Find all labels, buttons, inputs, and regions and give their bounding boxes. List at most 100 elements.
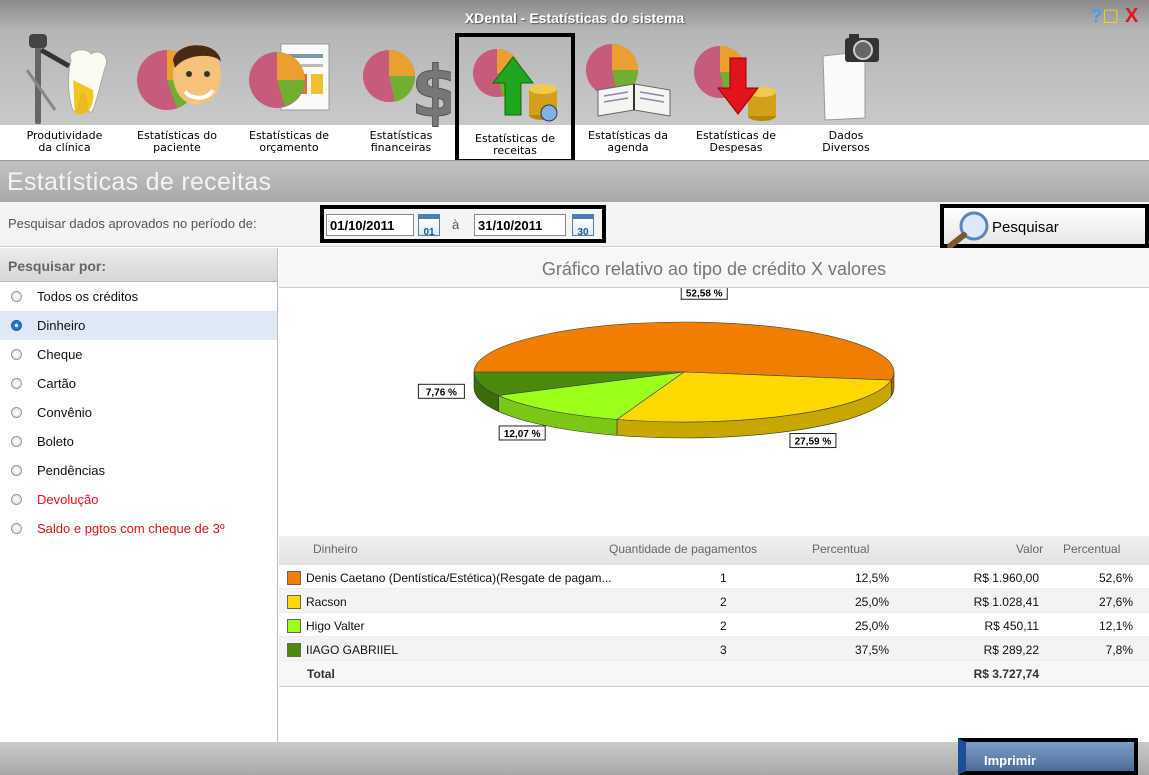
maximize-icon[interactable]: □ (1104, 5, 1117, 27)
page-title: Estatísticas de receitas (7, 168, 272, 196)
radio-icon (11, 494, 22, 505)
color-swatch (287, 643, 301, 657)
pie-label-text: 27,59 % (795, 437, 832, 448)
tooth-tools-icon (25, 34, 107, 124)
pie-label: 12,07 % (498, 425, 546, 441)
total-label: Total (307, 667, 335, 681)
search-button-label: Pesquisar (992, 219, 1059, 236)
pie-dollar-icon: $ (363, 50, 451, 128)
table-total-row: Total R$ 3.727,74 (279, 661, 1149, 687)
cell-value: R$ 1.960,00 (973, 571, 1039, 585)
toolbar-despesas[interactable]: Estatísticas de Despesas (682, 24, 790, 160)
cell-name: IIAGO GABRIIEL (306, 643, 399, 657)
radio-icon (11, 291, 22, 302)
results-table: Dinheiro Quantidade de pagamentos Percen… (279, 536, 1149, 687)
pie-label-text: 7,76 % (426, 387, 457, 398)
option-label: Boleto (37, 434, 74, 449)
svg-text:$: $ (411, 51, 451, 128)
pie-arrow-up-coins-icon (473, 49, 558, 122)
option-todos-creditos[interactable]: Todos os créditos (0, 282, 277, 311)
radio-icon (11, 465, 22, 476)
cell-pct2: 7,8% (1105, 643, 1133, 657)
calendar-from-icon[interactable]: 01 (418, 214, 440, 238)
col-pct1: Percentual (812, 542, 870, 556)
date-from-input[interactable]: 01/10/2011 (326, 214, 414, 236)
col-pct2: Percentual (1063, 542, 1121, 556)
option-dinheiro[interactable]: Dinheiro (0, 311, 277, 340)
cell-qty: 2 (720, 619, 727, 633)
cell-pct2: 12,1% (1098, 619, 1133, 633)
cell-value: R$ 1.028,41 (973, 595, 1039, 609)
toolbar-agenda[interactable]: Estatísticas da agenda (576, 24, 680, 160)
pie-label: 52,58 % (680, 284, 728, 300)
pie-book-icon (586, 44, 671, 117)
pie-chart: 52,58 % 27,59 % 12,07 % 7,76 % (417, 284, 895, 449)
cell-qty: 3 (720, 643, 727, 657)
radio-icon (11, 349, 22, 360)
table-row[interactable]: IIAGO GABRIIEL 3 37,5% R$ 289,22 7,8% (279, 637, 1149, 661)
search-button[interactable]: Pesquisar (940, 204, 1149, 248)
cell-value: R$ 450,11 (984, 619, 1040, 633)
option-label: Pendências (37, 463, 105, 478)
toolbar-receitas[interactable]: Estatísticas de receitas (455, 33, 575, 163)
cell-pct1: 25,0% (854, 595, 889, 609)
option-label: Devolução (37, 492, 99, 507)
option-cartao[interactable]: Cartão (0, 369, 277, 398)
color-swatch (287, 619, 301, 633)
toolbar-sublabel: orçamento (259, 141, 319, 154)
table-row[interactable]: Higo Valter 2 25,0% R$ 450,11 12,1% (279, 613, 1149, 637)
pie-slice[interactable] (473, 321, 895, 381)
cell-pct1: 37,5% (854, 643, 889, 657)
option-pendencias[interactable]: Pendências (0, 456, 277, 485)
page-title-band: Estatísticas de receitas (0, 160, 1149, 202)
table-header: Dinheiro Quantidade de pagamentos Percen… (279, 536, 1149, 565)
cell-name: Higo Valter (306, 619, 365, 633)
magnifier-icon (947, 211, 989, 248)
col-value: Valor (1016, 542, 1044, 556)
option-devolucao[interactable]: Devolução (0, 485, 277, 514)
toolbar-produtividade[interactable]: Produtividade da clínica (12, 24, 117, 160)
option-label: Dinheiro (37, 318, 86, 333)
table-row[interactable]: Racson 2 25,0% R$ 1.028,41 27,6% (279, 589, 1149, 613)
toolbar-orcamento[interactable]: Estatísticas de orçamento (236, 24, 342, 160)
cell-pct2: 52,6% (1098, 571, 1133, 585)
cell-name: Racson (306, 595, 347, 609)
pie-arrow-down-coins-icon (694, 46, 776, 121)
pie-patient-icon (137, 45, 221, 110)
option-cheque[interactable]: Cheque (0, 340, 277, 369)
results-panel: Gráfico relativo ao tipo de crédito X va… (279, 248, 1149, 775)
calendar-to-icon[interactable]: 30 (572, 214, 594, 238)
help-icon[interactable]: ? (1091, 6, 1102, 26)
date-range: 01/10/2011 01 à 31/10/2011 30 (320, 205, 606, 243)
radio-icon (11, 523, 22, 534)
table-row[interactable]: Denis Caetano (Dentística/Estética)(Resg… (279, 565, 1149, 589)
search-by-header: Pesquisar por: (0, 248, 277, 282)
toolbar-dados-diversos[interactable]: Dados Diversos (800, 24, 892, 160)
date-separator: à (452, 217, 460, 232)
document-camera-icon (822, 34, 879, 121)
date-to-input[interactable]: 31/10/2011 (474, 214, 566, 236)
option-convenio[interactable]: Convênio (0, 398, 277, 427)
pie-label-text: 12,07 % (504, 429, 541, 440)
cell-value: R$ 289,22 (983, 643, 1039, 657)
pie-label-text: 52,58 % (686, 288, 723, 299)
print-button[interactable]: Imprimir (958, 738, 1138, 775)
close-icon[interactable]: X (1125, 6, 1138, 26)
cell-pct2: 27,6% (1098, 595, 1133, 609)
pie-label: 7,76 % (417, 383, 465, 399)
toolbar-sublabel: agenda (607, 141, 649, 154)
option-saldo-cheque-terceiros[interactable]: Saldo e pgtos com cheque de 3º (0, 514, 277, 543)
option-label: Saldo e pgtos com cheque de 3º (37, 521, 225, 536)
option-label: Todos os créditos (37, 289, 139, 304)
option-boleto[interactable]: Boleto (0, 427, 277, 456)
chart-title: Gráfico relativo ao tipo de crédito X va… (279, 248, 1149, 288)
toolbar-sublabel: da clínica (38, 141, 91, 154)
color-swatch (287, 571, 301, 585)
col-name: Dinheiro (313, 542, 358, 556)
toolbar-financeiras[interactable]: $ Estatísticas financeiras (348, 24, 454, 160)
toolbar-sublabel: financeiras (370, 141, 432, 154)
toolbar-paciente[interactable]: Estatísticas do paciente (124, 24, 230, 160)
chart-area: 52,58 % 27,59 % 12,07 % 7,76 % (279, 284, 1149, 536)
option-label: Cartão (37, 376, 77, 391)
toolbar-sublabel: paciente (153, 141, 201, 154)
